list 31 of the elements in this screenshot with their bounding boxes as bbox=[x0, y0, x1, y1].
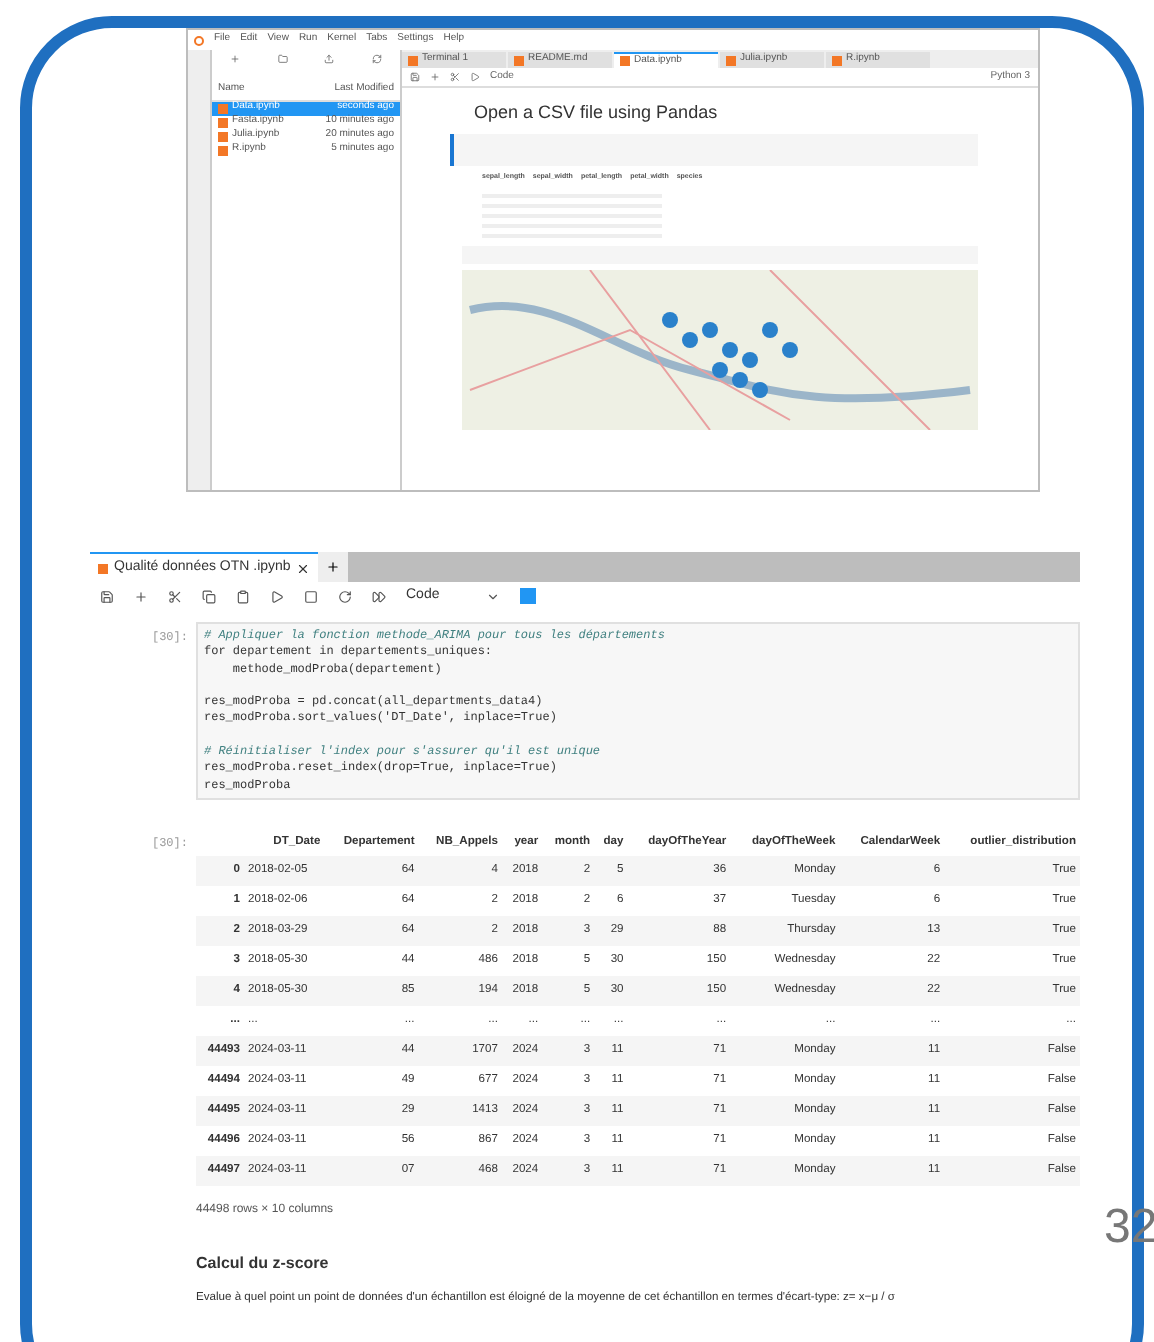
section-heading: Calcul du z-score bbox=[196, 1251, 331, 1276]
paste-icon[interactable] bbox=[236, 589, 250, 603]
run-icon[interactable] bbox=[470, 72, 480, 82]
close-icon[interactable] bbox=[296, 561, 311, 575]
fast-forward-icon[interactable] bbox=[372, 589, 386, 603]
new-tab-button[interactable] bbox=[318, 552, 349, 582]
upload-icon[interactable] bbox=[324, 54, 335, 64]
cut-icon[interactable] bbox=[450, 72, 460, 82]
folder-icon[interactable] bbox=[277, 54, 288, 64]
dropdown-icon[interactable] bbox=[486, 589, 500, 603]
add-icon[interactable] bbox=[134, 589, 148, 603]
restart-icon[interactable] bbox=[338, 589, 352, 603]
notebook-icon bbox=[98, 563, 108, 573]
app-logo-icon bbox=[194, 35, 204, 45]
add-icon[interactable] bbox=[430, 72, 440, 82]
copy-icon[interactable] bbox=[202, 589, 216, 603]
file-icon bbox=[408, 55, 418, 65]
new-launcher-icon[interactable] bbox=[230, 54, 241, 64]
notebook-heading: Open a CSV file using Pandas bbox=[474, 100, 720, 126]
save-icon[interactable] bbox=[410, 72, 420, 82]
file-icon bbox=[620, 56, 630, 66]
file-icon bbox=[832, 55, 842, 65]
stop-icon[interactable] bbox=[304, 589, 318, 603]
plus-icon bbox=[326, 560, 341, 574]
run-icon[interactable] bbox=[270, 589, 284, 603]
file-icon bbox=[514, 55, 524, 65]
refresh-icon[interactable] bbox=[371, 54, 382, 64]
save-icon[interactable] bbox=[100, 589, 114, 603]
file-icon bbox=[726, 55, 736, 65]
code-cell[interactable] bbox=[196, 622, 1080, 800]
cut-icon[interactable] bbox=[168, 589, 182, 603]
